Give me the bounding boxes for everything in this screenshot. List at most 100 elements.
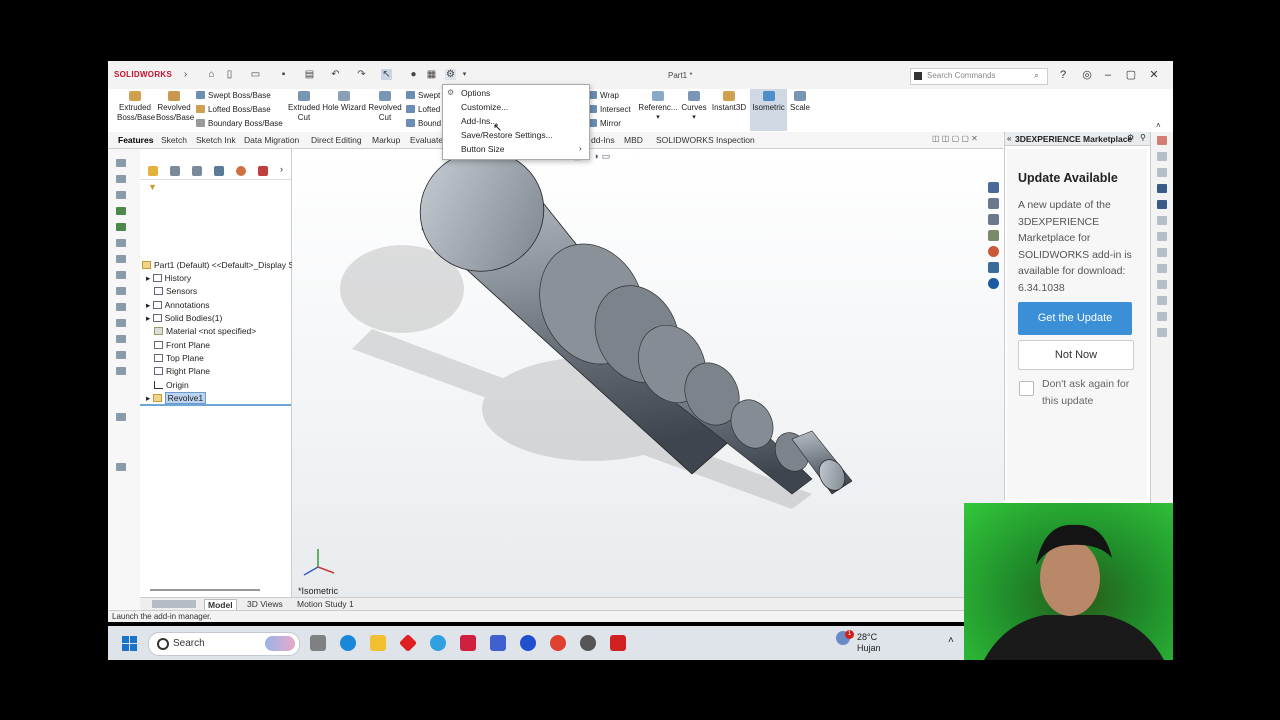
not-now-button[interactable]: Not Now — [1018, 340, 1134, 370]
design-library-icon[interactable] — [988, 214, 999, 225]
filter-icon[interactable]: ▼ — [148, 182, 157, 192]
swept-cut-button[interactable]: Swept — [406, 91, 440, 100]
new-document-icon[interactable]: ▯ — [224, 69, 235, 80]
redo-icon[interactable]: ↷ — [356, 69, 367, 80]
wps-office-icon[interactable] — [460, 635, 476, 651]
side-tool-icon[interactable] — [1157, 216, 1167, 225]
intersect-button[interactable]: Intersect — [588, 105, 631, 114]
view-tool-icon[interactable] — [116, 413, 126, 421]
app-red-icon[interactable] — [398, 633, 418, 653]
tree-item-origin[interactable]: Origin — [154, 380, 189, 390]
trim-tool-icon[interactable] — [116, 191, 126, 199]
tab-features[interactable]: Features — [118, 135, 153, 145]
line-tool-icon[interactable] — [116, 303, 126, 311]
side-tool-icon[interactable] — [1157, 328, 1167, 337]
text-tool-icon[interactable] — [116, 239, 126, 247]
smart-dimension-icon[interactable] — [116, 207, 126, 215]
lofted-boss-button[interactable]: Lofted Boss/Base — [196, 105, 271, 114]
feature-manager-icon[interactable] — [148, 166, 158, 176]
section-tool-icon[interactable] — [116, 367, 126, 375]
home-icon[interactable]: ⌂ — [206, 69, 217, 80]
show-hidden-icons-chevron[interactable]: ˄ — [948, 635, 954, 646]
tree-item-revolve1[interactable]: ▸ Revolve1 — [146, 392, 207, 404]
tree-item-top-plane[interactable]: Top Plane — [154, 353, 204, 363]
zoom-icon[interactable] — [520, 635, 536, 651]
side-tool-icon[interactable] — [1157, 168, 1167, 177]
save-icon[interactable]: ▪ — [278, 69, 289, 80]
extruded-boss-button[interactable]: Extruded Boss/Base — [117, 91, 155, 123]
chrome-icon[interactable] — [550, 635, 566, 651]
boundary-cut-button[interactable]: Bound — [406, 119, 441, 128]
spline-tool-icon[interactable] — [116, 319, 126, 327]
point-tool-icon[interactable] — [116, 255, 126, 263]
file-explorer-icon[interactable] — [370, 635, 386, 651]
search-commands-input[interactable]: Search Commands ⌕ — [910, 68, 1048, 85]
side-tool-icon[interactable] — [1157, 296, 1167, 305]
sketch-tool-icon[interactable] — [116, 159, 126, 167]
tree-item-solid-bodies[interactable]: ▸ Solid Bodies(1) — [146, 313, 222, 324]
app-dark-icon[interactable] — [580, 635, 596, 651]
side-tool-icon[interactable] — [1157, 200, 1167, 209]
rebuild-icon[interactable]: ● — [408, 69, 419, 80]
swept-boss-button[interactable]: Swept Boss/Base — [196, 91, 271, 100]
tab-scroll-arrows[interactable] — [152, 600, 196, 608]
cam-icon[interactable] — [258, 166, 268, 176]
options-dropdown-icon[interactable]: ▾ — [459, 69, 470, 80]
zoom-tool-icon[interactable] — [116, 271, 126, 279]
account-icon[interactable]: ◎ — [1080, 68, 1094, 82]
collapse-panel-icon[interactable]: « — [1007, 134, 1011, 143]
tab-sketch-ink[interactable]: Sketch Ink — [196, 135, 236, 145]
configuration-manager-icon[interactable] — [192, 166, 202, 176]
minimize-button[interactable]: – — [1101, 68, 1115, 82]
dimxpert-icon[interactable] — [214, 166, 224, 176]
menu-item-customize[interactable]: Customize... — [461, 102, 508, 112]
pen-tool-icon[interactable] — [116, 223, 126, 231]
pin-icon[interactable]: ⚲ — [1140, 133, 1146, 142]
options-gear-icon[interactable]: ⚙ — [445, 69, 456, 80]
tab-motion-study[interactable]: Motion Study 1 — [294, 599, 357, 609]
instant3d-button[interactable]: Instant3D — [710, 91, 748, 113]
side-tool-icon[interactable] — [1157, 312, 1167, 321]
close-button[interactable]: ✕ — [1147, 68, 1161, 82]
arc-tool-icon[interactable] — [116, 175, 126, 183]
display-manager-icon[interactable] — [236, 166, 246, 176]
property-manager-icon[interactable] — [170, 166, 180, 176]
relation-tool-icon[interactable] — [116, 287, 126, 295]
graphics-viewport[interactable]: ⊕◈◉◧◐◑▭ — [292, 149, 1004, 599]
tab-solidworks-inspection[interactable]: SOLIDWORKS Inspection — [656, 135, 755, 145]
reference-geometry-button[interactable]: Referenc... ▾ — [638, 91, 678, 123]
tree-item-right-plane[interactable]: Right Plane — [154, 366, 210, 376]
task-view-icon[interactable] — [310, 635, 326, 651]
tree-item-history[interactable]: ▸ History — [146, 273, 191, 284]
help-icon[interactable]: ? — [1056, 68, 1070, 82]
extruded-cut-button[interactable]: Extruded Cut — [286, 91, 322, 123]
tab-evaluate[interactable]: Evaluate — [410, 135, 443, 145]
more-tabs-chevron-icon[interactable]: › — [280, 164, 283, 174]
tab-direct-editing[interactable]: Direct Editing — [311, 135, 362, 145]
side-tool-icon[interactable] — [1157, 264, 1167, 273]
boundary-boss-button[interactable]: Boundary Boss/Base — [196, 119, 283, 128]
curves-button[interactable]: Curves ▾ — [678, 91, 710, 123]
weather-widget[interactable]: 28°C Hujan — [857, 632, 881, 654]
marketplace-globe-icon[interactable] — [988, 278, 999, 289]
revolved-boss-button[interactable]: Revolved Boss/Base — [156, 91, 194, 123]
mirror-button[interactable]: Mirror — [588, 119, 621, 128]
open-folder-icon[interactable]: ▭ — [250, 69, 261, 80]
curves-dropdown-icon[interactable]: ▾ — [678, 113, 710, 123]
maximize-button[interactable]: ▢ — [1124, 68, 1138, 82]
side-tool-icon[interactable] — [1157, 152, 1167, 161]
app-blue-icon[interactable] — [430, 635, 446, 651]
undo-icon[interactable]: ↶ — [330, 69, 341, 80]
file-explorer-icon[interactable] — [988, 230, 999, 241]
layer-tool-icon[interactable] — [116, 335, 126, 343]
taskbar-search[interactable]: Search — [148, 632, 300, 656]
tab-markup[interactable]: Markup — [372, 135, 400, 145]
home-icon[interactable] — [988, 182, 999, 193]
tree-item-material[interactable]: Material <not specified> — [154, 326, 256, 336]
print-icon[interactable]: ▤ — [304, 69, 315, 80]
tree-item-annotations[interactable]: ▸ Annotations — [146, 300, 210, 311]
appearances-icon[interactable] — [988, 246, 999, 257]
tab-add-ins[interactable]: dd-Ins — [591, 135, 615, 145]
side-tool-icon[interactable] — [1157, 232, 1167, 241]
reference-dropdown-icon[interactable]: ▾ — [638, 113, 678, 123]
